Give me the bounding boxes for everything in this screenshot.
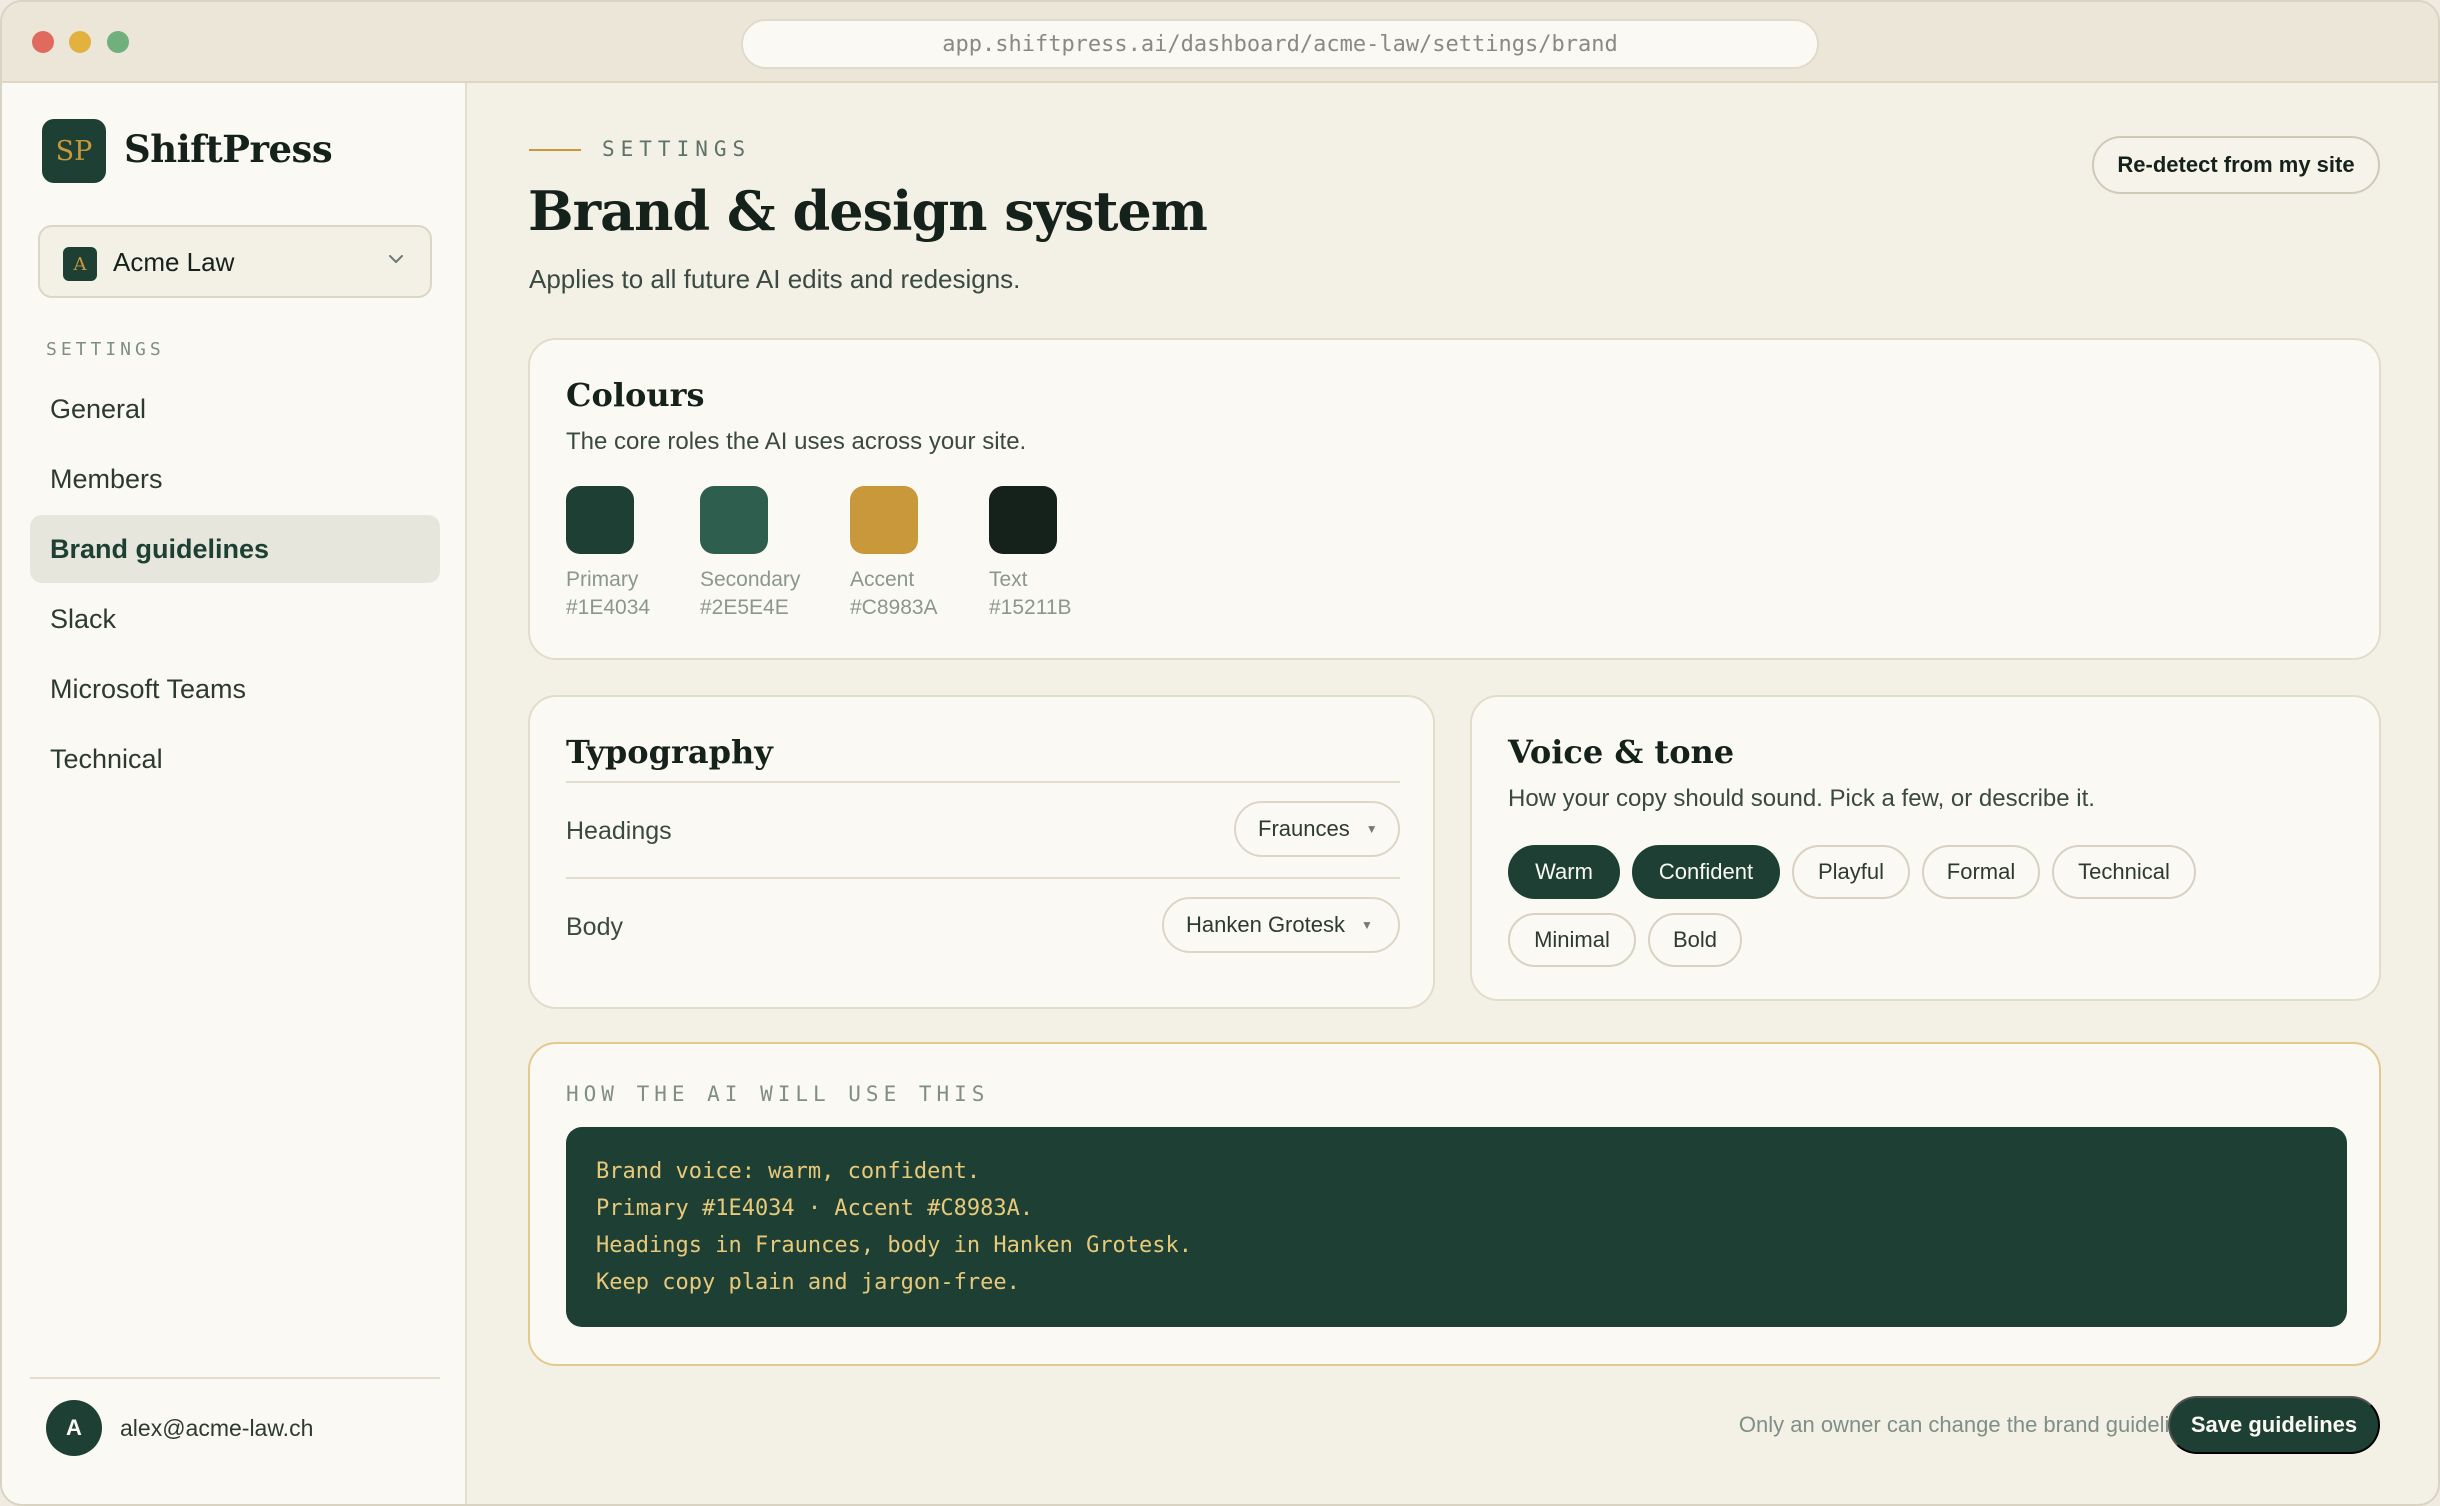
body-label: Body	[566, 913, 623, 941]
voice-title: Voice & tone	[1508, 733, 1735, 771]
chip-bold[interactable]: Bold	[1648, 913, 1742, 967]
chip-minimal[interactable]: Minimal	[1508, 913, 1636, 967]
close-window-icon[interactable]	[32, 31, 54, 53]
body-font-value: Hanken Grotesk	[1186, 912, 1345, 937]
user-email: alex@acme-law.ch	[120, 1415, 314, 1441]
prompt-line: Headings in Fraunces, body in Hanken Gro…	[596, 1233, 1193, 1258]
ai-usage-card: HOW THE AI WILL USE THIS Brand voice: wa…	[528, 1042, 2381, 1366]
save-guidelines-button[interactable]: Save guidelines	[2168, 1396, 2380, 1454]
swatch-role: Secondary	[700, 568, 801, 591]
prompt-line: Keep copy plain and jargon-free.	[596, 1270, 1020, 1295]
voice-subtitle: How your copy should sound. Pick a few, …	[1508, 785, 2095, 812]
chip-technical[interactable]: Technical	[2052, 845, 2196, 899]
redetect-button[interactable]: Re-detect from my site	[2092, 136, 2380, 194]
sidebar-item-brand-guidelines[interactable]: Brand guidelines	[30, 515, 440, 583]
chip-confident[interactable]: Confident	[1632, 845, 1780, 899]
colours-card: Colours The core roles the AI uses acros…	[528, 338, 2381, 660]
workspace-avatar: A	[63, 247, 97, 281]
sidebar-item-members[interactable]: Members	[30, 445, 440, 513]
headings-label: Headings	[566, 817, 672, 845]
page-subtitle: Applies to all future AI edits and redes…	[529, 264, 1021, 294]
caret-down-icon: ▼	[1360, 918, 1373, 932]
prompt-line: Brand voice: warm, confident.	[596, 1159, 981, 1184]
swatch-hex: #C8983A	[850, 596, 938, 619]
swatch-accent[interactable]: Accent #C8983A	[850, 486, 938, 622]
swatch-role: Text	[989, 568, 1028, 591]
headings-font-select[interactable]: Fraunces ▼	[1234, 801, 1400, 857]
caret-down-icon: ▼	[1365, 822, 1378, 836]
swatch-text[interactable]: Text #15211B	[989, 486, 1072, 622]
typography-card: Typography Headings Fraunces ▼ Body Hank…	[528, 695, 1435, 1009]
swatch-role: Accent	[850, 568, 915, 591]
sidebar-item-technical[interactable]: Technical	[30, 725, 440, 793]
sidebar-item-slack[interactable]: Slack	[30, 585, 440, 653]
swatch-hex: #2E5E4E	[700, 596, 789, 619]
swatch-color[interactable]	[700, 486, 768, 554]
minimize-window-icon[interactable]	[69, 31, 91, 53]
swatch-primary[interactable]: Primary #1E4034	[566, 486, 650, 622]
swatch-color[interactable]	[566, 486, 634, 554]
page-title: Brand & design system	[528, 179, 1208, 243]
prompt-line: Primary #1E4034 · Accent #C8983A.	[596, 1196, 1034, 1221]
sidebar: SP ShiftPress A Acme Law SETTINGS Genera…	[2, 83, 467, 1504]
eyebrow-rule	[529, 149, 581, 151]
chip-playful[interactable]: Playful	[1792, 845, 1910, 899]
account-footer[interactable]: A alex@acme-law.ch	[30, 1377, 440, 1456]
sidebar-item-general[interactable]: General	[30, 375, 440, 443]
swatch-hex: #1E4034	[566, 596, 651, 619]
ai-usage-eyebrow: HOW THE AI WILL USE THIS	[566, 1082, 990, 1106]
body-font-select[interactable]: Hanken Grotesk ▼	[1162, 897, 1400, 953]
sidebar-section-label: SETTINGS	[46, 339, 165, 360]
browser-titlebar: app.shiftpress.ai/dashboard/acme-law/set…	[2, 2, 2438, 83]
address-bar[interactable]: app.shiftpress.ai/dashboard/acme-law/set…	[741, 19, 1819, 69]
swatch-hex: #15211B	[989, 596, 1072, 619]
swatch-secondary[interactable]: Secondary #2E5E4E	[700, 486, 800, 622]
typography-title: Typography	[566, 733, 773, 771]
swatch-color[interactable]	[989, 486, 1057, 554]
colours-title: Colours	[566, 376, 705, 414]
main-content: SETTINGS Brand & design system Applies t…	[469, 83, 2438, 1504]
page-eyebrow: SETTINGS	[602, 137, 752, 161]
voice-tone-card: Voice & tone How your copy should sound.…	[1470, 695, 2381, 1001]
avatar[interactable]: A	[46, 1400, 102, 1456]
chip-formal[interactable]: Formal	[1922, 845, 2040, 899]
logo-icon: SP	[42, 119, 106, 183]
colours-subtitle: The core roles the AI uses across your s…	[566, 428, 1027, 455]
divider	[566, 781, 1400, 783]
headings-font-value: Fraunces	[1258, 816, 1350, 841]
maximize-window-icon[interactable]	[107, 31, 129, 53]
ai-prompt-preview: Brand voice: warm, confident. Primary #1…	[566, 1127, 2347, 1327]
swatch-role: Primary	[566, 568, 639, 591]
divider	[566, 877, 1400, 879]
workspace-switcher[interactable]: A Acme Law	[38, 225, 432, 298]
app-name: ShiftPress	[124, 127, 333, 171]
chevron-down-icon	[389, 255, 403, 263]
owner-permission-note: Only an owner can change the brand guide…	[1738, 1412, 2211, 1437]
settings-nav: General Members Brand guidelines Slack M…	[30, 375, 440, 795]
app-window: app.shiftpress.ai/dashboard/acme-law/set…	[0, 0, 2440, 1506]
chip-warm[interactable]: Warm	[1508, 845, 1620, 899]
sidebar-item-microsoft-teams[interactable]: Microsoft Teams	[30, 655, 440, 723]
workspace-name: Acme Law	[113, 247, 235, 277]
swatch-color[interactable]	[850, 486, 918, 554]
